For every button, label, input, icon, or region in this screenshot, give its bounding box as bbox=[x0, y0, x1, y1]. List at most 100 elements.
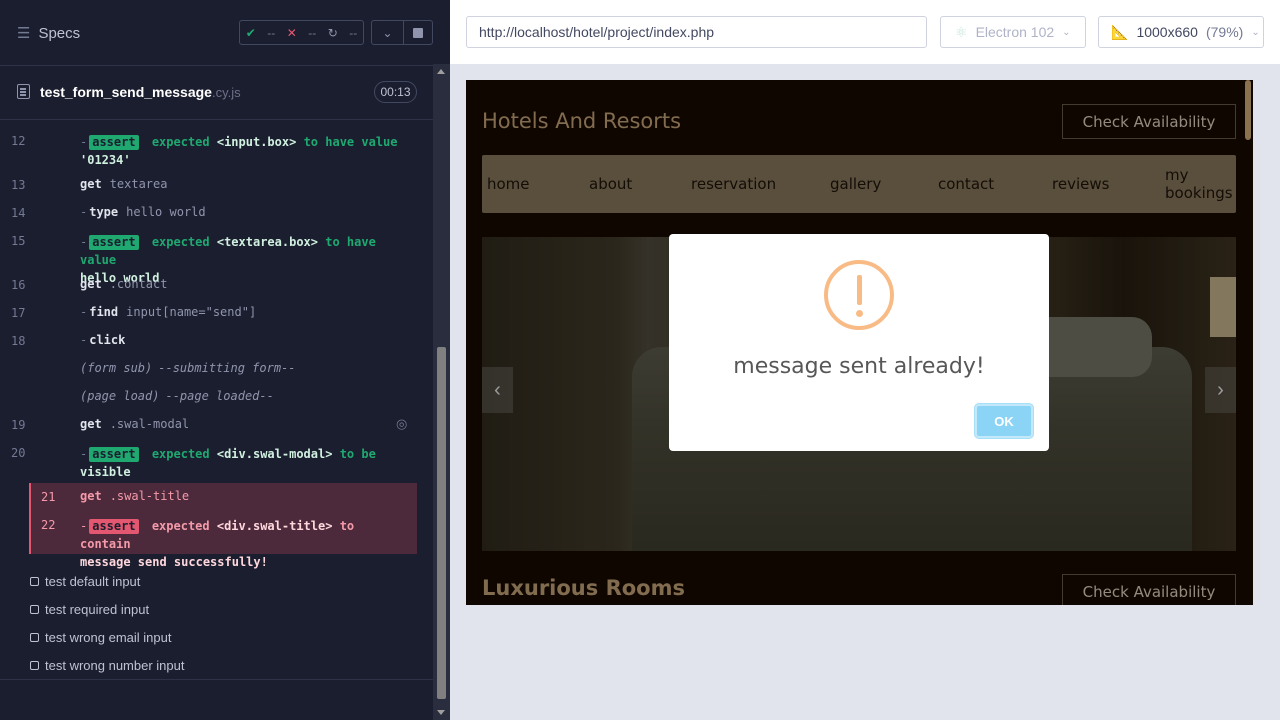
duration-badge: 00:13 bbox=[374, 81, 417, 103]
test-title: test default input bbox=[45, 574, 141, 589]
warning-dot bbox=[856, 310, 863, 317]
test-item[interactable]: test required input bbox=[30, 602, 149, 617]
event-form-submit[interactable]: (form sub) --submitting form-- bbox=[80, 361, 296, 375]
command-get[interactable]: get textarea bbox=[80, 177, 167, 191]
command-assert[interactable]: - assert expected <div.swal-modal> to be … bbox=[80, 445, 410, 481]
assert-badge: assert bbox=[89, 135, 139, 150]
ruler-icon: 📐 bbox=[1111, 23, 1129, 40]
scroll-up-icon[interactable] bbox=[437, 69, 445, 74]
test-title: test required input bbox=[45, 602, 150, 617]
ok-button[interactable]: OK bbox=[975, 404, 1033, 438]
scroll-thumb[interactable] bbox=[437, 347, 446, 699]
warning-icon bbox=[824, 260, 894, 330]
eye-slash-icon[interactable]: ◎ bbox=[396, 416, 407, 432]
warning-bar bbox=[857, 275, 862, 305]
command-arg: input[name="send"] bbox=[126, 305, 257, 319]
line-number: 15 bbox=[11, 234, 26, 248]
chevron-down-icon: ⌄ bbox=[1062, 26, 1071, 38]
command-get-failed[interactable]: get .swal-title bbox=[80, 489, 189, 503]
assert-subject: <textarea.box> bbox=[216, 235, 319, 249]
line-number: 14 bbox=[11, 206, 26, 220]
event-page-load[interactable]: (page load) --page loaded-- bbox=[80, 389, 274, 403]
viewport-info[interactable]: 📐 1000x660 (79%) ⌄ bbox=[1098, 16, 1264, 48]
pending-icon: ↻ bbox=[327, 25, 338, 40]
command-name: get bbox=[80, 489, 102, 503]
pending-count: -- bbox=[349, 25, 358, 40]
browser-name: Electron 102 bbox=[975, 24, 1055, 40]
line-number: 22 bbox=[41, 518, 56, 532]
test-item[interactable]: test default input bbox=[30, 574, 140, 589]
test-status-icon bbox=[30, 577, 39, 586]
reporter-panel: ☰ Specs ✔ -- ✕ -- ↻ -- ⌄ test_form_send_mes… bbox=[0, 0, 450, 720]
passed-icon: ✔ bbox=[245, 25, 256, 40]
command-get[interactable]: get .contact bbox=[80, 277, 167, 291]
command-arg: hello world bbox=[126, 205, 206, 219]
test-item[interactable]: test wrong number input bbox=[30, 658, 184, 673]
run-stats: ✔ -- ✕ -- ↻ -- bbox=[239, 20, 364, 45]
assert-badge-failed: assert bbox=[89, 519, 139, 534]
menu-icon: ☰ bbox=[17, 25, 31, 42]
command-arg: .swal-modal bbox=[109, 417, 190, 431]
assert-subject: <div.swal-modal> bbox=[216, 447, 333, 461]
browser-selector[interactable]: ⚛ Electron 102 ⌄ bbox=[940, 16, 1086, 48]
event-text: --page loaded-- bbox=[165, 389, 274, 403]
command-name: get bbox=[80, 417, 102, 431]
chevron-down-icon[interactable]: ⌄ bbox=[371, 20, 404, 45]
test-status-icon bbox=[30, 605, 39, 614]
command-name: find bbox=[89, 305, 119, 319]
line-number: 13 bbox=[11, 178, 26, 192]
assert-text: expected bbox=[151, 235, 210, 249]
specs-title: Specs bbox=[38, 24, 81, 42]
browser-toolbar: http://localhost/hotel/project/index.php… bbox=[450, 0, 1280, 64]
event-label: (page load) bbox=[80, 389, 160, 403]
specs-toggle[interactable]: ☰ Specs bbox=[17, 24, 81, 43]
failed-count: -- bbox=[308, 25, 317, 40]
assert-subject: <input.box> bbox=[216, 135, 297, 149]
event-label: (form sub) bbox=[80, 361, 153, 375]
test-title: test wrong number input bbox=[45, 658, 185, 673]
spec-file-row: test_form_send_message.cy.js 00:13 bbox=[0, 66, 433, 120]
command-type[interactable]: - type hello world bbox=[80, 205, 206, 219]
scroll-down-icon[interactable] bbox=[437, 710, 445, 715]
reporter-scrollbar[interactable] bbox=[433, 64, 450, 720]
test-status-icon bbox=[30, 633, 39, 642]
command-arg: textarea bbox=[109, 177, 168, 191]
spec-file-name[interactable]: test_form_send_message.cy.js bbox=[40, 84, 241, 100]
command-assert-failed[interactable]: - assert expected <div.swal-title> to con… bbox=[80, 517, 410, 571]
modal-overlay[interactable]: message sent already! OK bbox=[466, 80, 1253, 605]
command-assert[interactable]: - assert expected <input.box> to have val… bbox=[80, 133, 410, 169]
event-text: --submitting form-- bbox=[158, 361, 296, 375]
command-get[interactable]: get .swal-modal bbox=[80, 417, 189, 431]
line-number: 17 bbox=[11, 306, 26, 320]
specs-header: ☰ Specs ✔ -- ✕ -- ↻ -- ⌄ bbox=[0, 0, 433, 66]
url-bar[interactable]: http://localhost/hotel/project/index.php bbox=[466, 16, 927, 48]
line-number: 18 bbox=[11, 334, 26, 348]
assert-text: expected bbox=[151, 519, 210, 533]
stop-button[interactable] bbox=[403, 20, 433, 45]
failed-icon: ✕ bbox=[286, 25, 297, 40]
electron-icon: ⚛ bbox=[955, 23, 968, 40]
line-number: 16 bbox=[11, 278, 26, 292]
test-item[interactable]: test wrong email input bbox=[30, 630, 171, 645]
line-number: 19 bbox=[11, 418, 26, 432]
viewport-size: 1000x660 bbox=[1136, 24, 1198, 40]
command-name: get bbox=[80, 277, 102, 291]
passed-count: -- bbox=[267, 25, 276, 40]
stop-icon bbox=[413, 27, 423, 38]
command-arg: .contact bbox=[109, 277, 168, 291]
assert-subject: <div.swal-title> bbox=[216, 519, 333, 533]
assert-badge: assert bbox=[89, 235, 139, 250]
command-name: click bbox=[89, 333, 126, 347]
test-status-icon bbox=[30, 661, 39, 670]
line-number: 21 bbox=[41, 490, 56, 504]
assert-value: '01234' bbox=[80, 153, 131, 167]
assert-verb: to have value bbox=[303, 135, 398, 149]
test-title: test wrong email input bbox=[45, 630, 172, 645]
divider bbox=[0, 679, 433, 680]
command-click[interactable]: - click bbox=[80, 333, 125, 347]
assert-value: visible bbox=[80, 465, 131, 479]
line-number: 20 bbox=[11, 446, 26, 460]
command-find[interactable]: - find input[name="send"] bbox=[80, 305, 256, 319]
assert-verb: to be bbox=[339, 447, 376, 461]
zoom-level: (79%) bbox=[1205, 24, 1244, 40]
